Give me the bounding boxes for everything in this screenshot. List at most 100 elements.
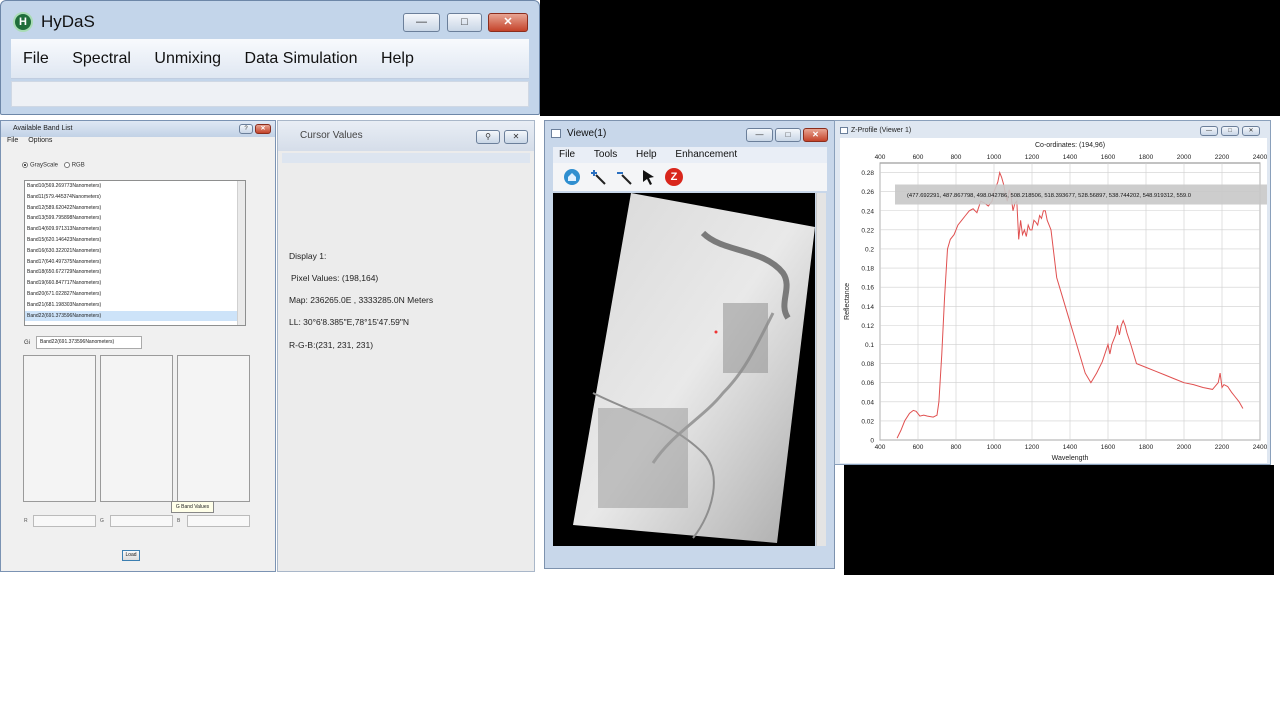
x-tick-label: 1200	[1025, 444, 1040, 451]
g-value-field[interactable]	[110, 515, 173, 527]
x-tick-label: 1000	[987, 444, 1002, 451]
band-list-title: Available Band List	[1, 121, 275, 137]
band-list[interactable]: Band10(569.269773Nanometers) Band11(579.…	[24, 180, 246, 326]
gray-band-field[interactable]: Band22(691.373596Nanometers)	[36, 336, 142, 349]
x-axis-label: Wavelength	[1052, 455, 1089, 462]
rgb-radio[interactable]	[63, 162, 70, 168]
y-tick-label: 0.12	[861, 323, 874, 330]
y-tick-label: 0.02	[861, 418, 874, 425]
list-item[interactable]: Band18(650.672729Nanometers)	[25, 267, 245, 278]
list-item[interactable]: Band17(640.497375Nanometers)	[25, 257, 245, 268]
band-list-menu-options[interactable]: Options	[28, 137, 52, 144]
display-mode-radios: GrayScale RGB	[22, 162, 85, 169]
rgb-label: RGB	[71, 162, 85, 169]
maximize-button[interactable]: □	[447, 13, 482, 32]
list-item[interactable]: Band16(630.322021Nanometers)	[25, 246, 245, 257]
r-value-label: R	[24, 518, 28, 524]
y-tick-label: 0.04	[861, 399, 874, 406]
b-value-field[interactable]	[187, 515, 250, 527]
viewer-window: Viewe(1) — □ ✕ File Tools Help Enhanceme…	[544, 120, 835, 569]
grayscale-label: GrayScale	[30, 162, 59, 169]
g-value-label: G	[100, 518, 104, 524]
minimize-button[interactable]: —	[403, 13, 440, 32]
x-tick-label-top: 1800	[1139, 154, 1154, 161]
viewer-menu-file[interactable]: File	[559, 149, 575, 160]
viewer-toolbar: Z	[553, 163, 827, 191]
list-item[interactable]: Band21(681.198303Nanometers)	[25, 300, 245, 311]
zp-minimize-button[interactable]: —	[1200, 126, 1218, 136]
viewer-maximize-button[interactable]: □	[775, 128, 801, 142]
list-item[interactable]: Band10(569.269773Nanometers)	[25, 181, 245, 192]
y-tick-label: 0	[870, 438, 874, 445]
z-profile-plot[interactable]: Co-ordinates: (194,96) 400 400 600 600 800 80…	[840, 138, 1268, 463]
band-preview-panel-g	[100, 355, 173, 502]
list-item[interactable]: Band15(620.146423Nanometers)	[25, 235, 245, 246]
menu-help[interactable]: Help	[381, 50, 414, 68]
zp-close-button[interactable]: ✕	[1242, 126, 1260, 136]
x-tick-label: 400	[875, 444, 886, 451]
menu-spectral[interactable]: Spectral	[72, 50, 131, 68]
main-window: H HyDaS — □ ✕ File Spectral Unmixing Dat…	[0, 0, 540, 115]
y-tick-label: 0.24	[861, 208, 874, 215]
band-list-help-button[interactable]: ?	[239, 124, 253, 134]
band-list-scrollbar[interactable]	[237, 181, 245, 325]
list-item[interactable]: Band20(671.022827Nanometers)	[25, 289, 245, 300]
cursor-close-button[interactable]: ✕	[504, 130, 528, 144]
zp-maximize-button[interactable]: □	[1221, 126, 1239, 136]
y-axis-label: Reflectance	[844, 283, 851, 320]
background-black-right	[844, 465, 1274, 575]
viewer-title: Viewe(1)	[567, 128, 607, 139]
x-tick-label: 1800	[1139, 444, 1154, 451]
grayscale-radio[interactable]	[22, 162, 28, 168]
viewer-menu-help[interactable]: Help	[636, 149, 657, 160]
viewer-menu-enhancement[interactable]: Enhancement	[675, 149, 737, 160]
cursor-toolbar-strip	[282, 153, 530, 163]
home-icon[interactable]	[563, 168, 581, 186]
x-tick-label: 2400	[1253, 444, 1267, 451]
list-item-selected[interactable]: Band22(691.373596Nanometers)	[25, 310, 245, 322]
map-coordinates: Map: 236265.0E , 3333285.0N Meters	[289, 295, 434, 305]
x-tick-label-top: 1200	[1025, 154, 1040, 161]
band-list-menu-file[interactable]: File	[7, 137, 18, 144]
menu-unmixing[interactable]: Unmixing	[154, 50, 221, 68]
pixel-values: Pixel Values: (198,164)	[291, 273, 379, 283]
list-item[interactable]: Band12(589.620422Nanometers)	[25, 203, 245, 214]
z-profile-title: Z-Profile (Viewer 1)	[851, 127, 912, 134]
viewer-scrollbar[interactable]	[816, 193, 826, 546]
x-tick-label: 2200	[1215, 444, 1230, 451]
band-preview-panel-r	[23, 355, 96, 502]
z-icon[interactable]: Z	[665, 168, 683, 186]
gray-band-label: Gi	[24, 340, 30, 346]
x-tick-label: 800	[951, 444, 962, 451]
zoom-in-icon[interactable]	[589, 168, 607, 186]
viewer-minimize-button[interactable]: —	[746, 128, 773, 142]
viewer-menu-tools[interactable]: Tools	[594, 149, 617, 160]
list-item[interactable]: Band11(579.445374Nanometers)	[25, 192, 245, 203]
pointer-icon[interactable]	[640, 168, 658, 186]
main-titlebar: H HyDaS — □ ✕	[1, 1, 539, 39]
list-item[interactable]: Band19(660.847717Nanometers)	[25, 278, 245, 289]
x-tick-label-top: 800	[951, 154, 962, 161]
close-button[interactable]: ✕	[488, 13, 528, 32]
list-item[interactable]: Band13(599.795898Nanometers)	[25, 213, 245, 224]
list-item[interactable]: Band14(609.971313Nanometers)	[25, 224, 245, 235]
display-label: Display 1:	[289, 251, 327, 261]
r-value-field[interactable]	[33, 515, 96, 527]
x-tick-label-top: 2000	[1177, 154, 1192, 161]
image-canvas[interactable]	[553, 193, 815, 546]
load-button[interactable]: Load	[122, 550, 140, 561]
x-tick-label-top: 1400	[1063, 154, 1078, 161]
window-icon	[840, 127, 848, 134]
cursor-pin-button[interactable]: ⚲	[476, 130, 500, 144]
viewer-close-button[interactable]: ✕	[803, 128, 828, 142]
x-tick-label-top: 600	[913, 154, 924, 161]
band-preview-panel-b	[177, 355, 250, 502]
viewer-menubar: File Tools Help Enhancement	[553, 147, 827, 163]
band-list-close-button[interactable]: ✕	[255, 124, 271, 134]
zoom-out-icon[interactable]	[615, 168, 633, 186]
x-tick-label-top: 2400	[1253, 154, 1267, 161]
y-tick-label: 0.18	[861, 266, 874, 273]
z-profile-window: Z-Profile (Viewer 1) — □ ✕ Co-ordinates:…	[834, 120, 1271, 465]
menu-data-simulation[interactable]: Data Simulation	[245, 50, 358, 68]
menu-file[interactable]: File	[23, 50, 49, 68]
